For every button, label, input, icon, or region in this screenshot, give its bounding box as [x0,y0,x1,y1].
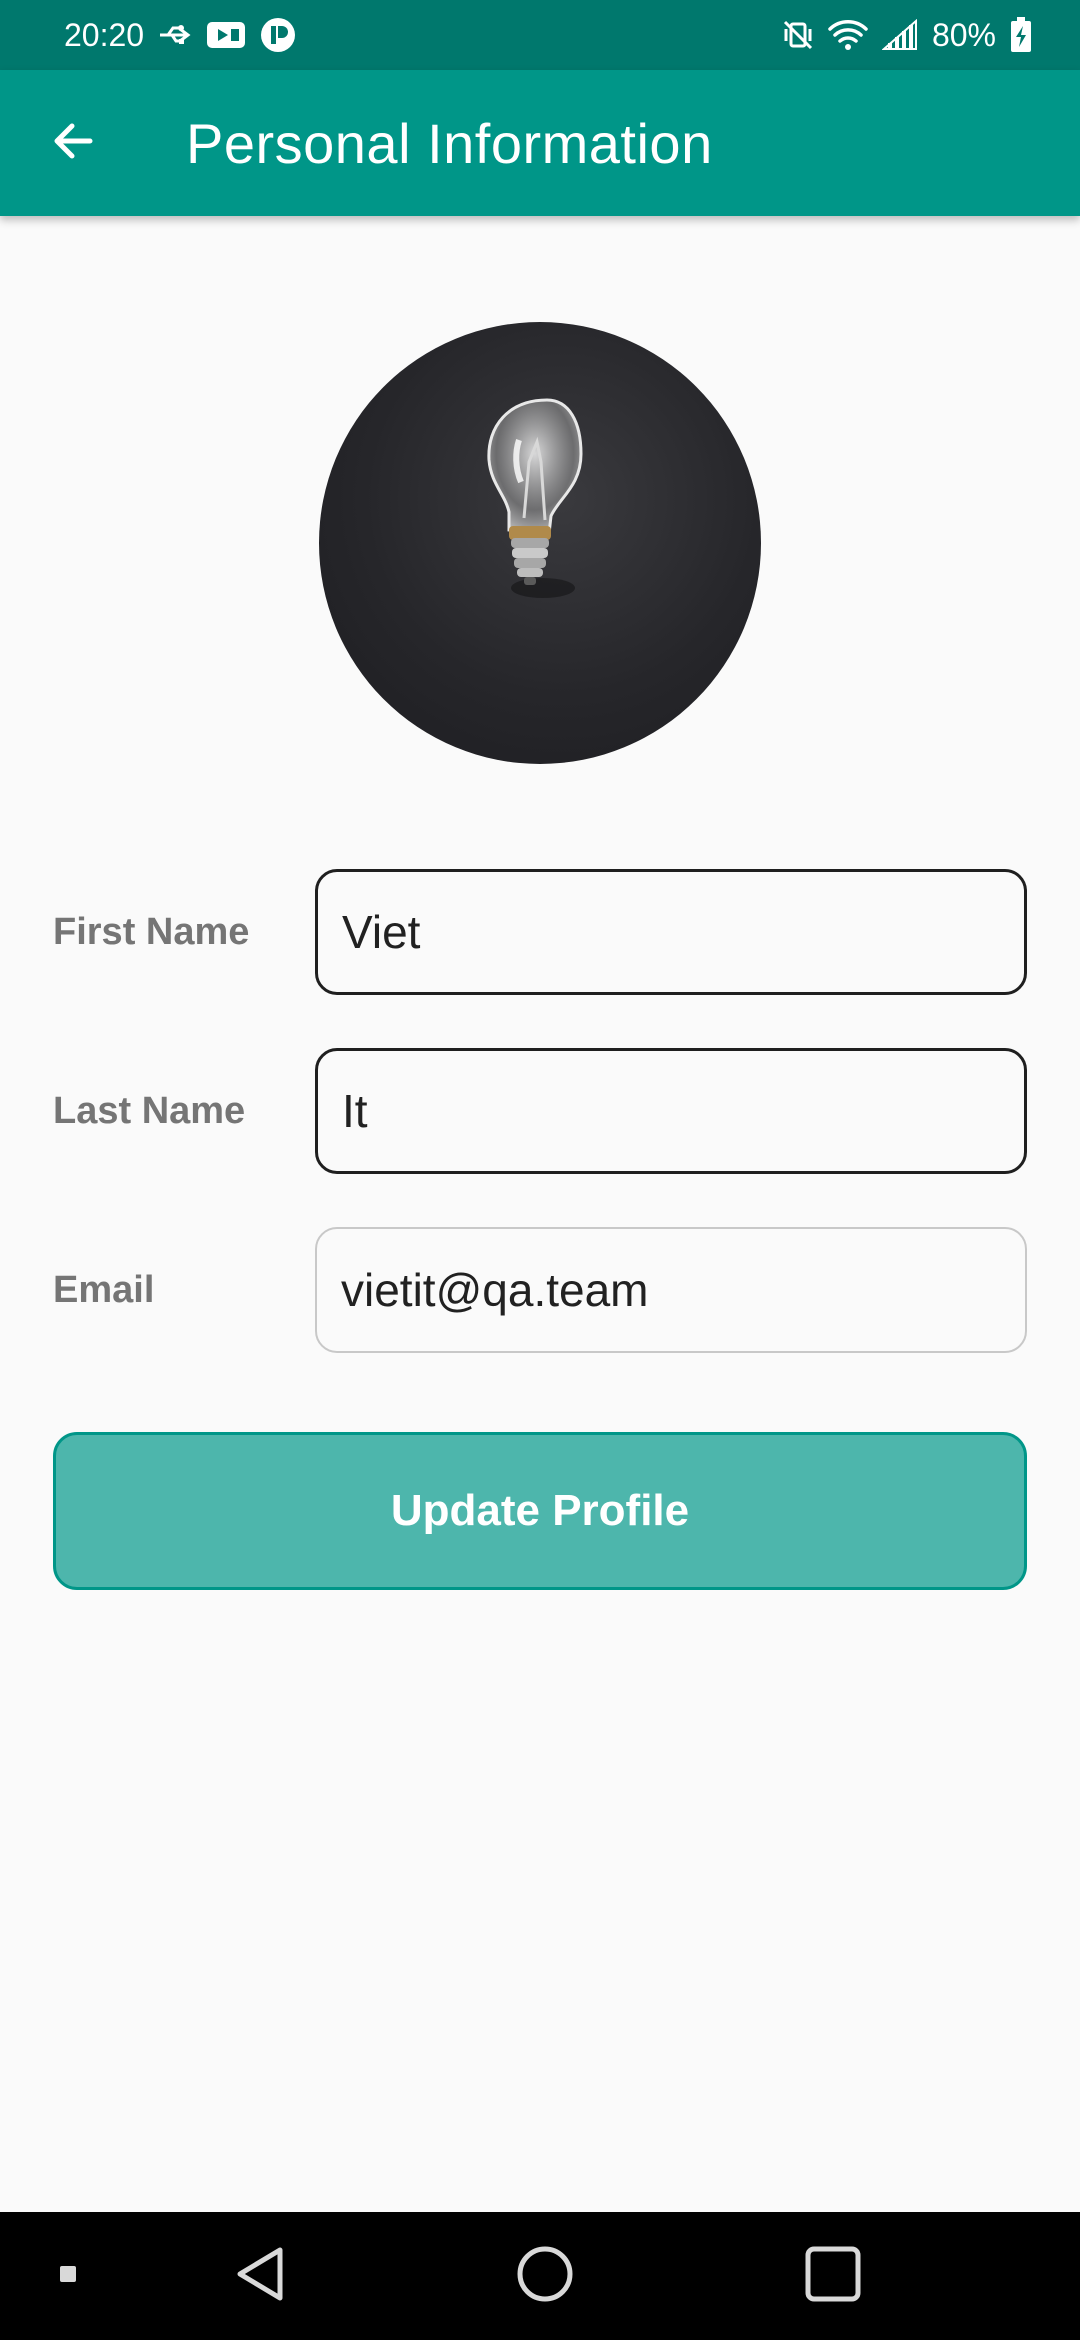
first-name-input[interactable] [315,869,1027,995]
back-triangle-icon [232,2244,288,2309]
status-bar: 20:20 80% [0,0,1080,70]
status-left: 20:20 [64,17,296,54]
first-name-label: First Name [53,910,250,953]
video-camera-icon [206,20,246,50]
app-bar: Personal Information [0,70,1080,216]
signal-icon [881,19,918,51]
home-circle-icon [515,2244,575,2309]
email-label: Email [53,1268,155,1311]
nav-overview-button[interactable] [783,2212,883,2340]
record-icon [260,17,296,53]
status-time: 20:20 [64,16,145,53]
battery-level: 80% [931,16,996,53]
update-profile-button[interactable]: Update Profile [53,1432,1027,1590]
battery-charging-icon [1010,17,1032,53]
last-name-label: Last Name [53,1089,246,1132]
first-name-row: First Name [0,869,1080,995]
email-input[interactable] [315,1227,1027,1353]
page-title: Personal Information [186,111,713,175]
profile-avatar[interactable] [319,322,761,764]
lightbulb-icon [319,398,761,764]
nav-home-button[interactable] [495,2212,595,2340]
last-name-input[interactable] [315,1048,1027,1174]
nav-back-button[interactable] [210,2212,310,2340]
recent-dot-button[interactable] [40,2212,96,2340]
navigation-bar [0,2212,1080,2340]
overview-square-icon [803,2244,863,2309]
recent-dot-icon [58,2264,78,2289]
back-button[interactable] [26,95,122,191]
last-name-row: Last Name [0,1048,1080,1174]
mute-vibrate-icon [782,19,814,51]
arrow-left-icon [50,117,98,170]
email-row: Email [0,1227,1080,1353]
usb-icon [158,23,192,47]
status-right: 80% [782,17,1032,54]
wifi-icon [828,19,868,51]
